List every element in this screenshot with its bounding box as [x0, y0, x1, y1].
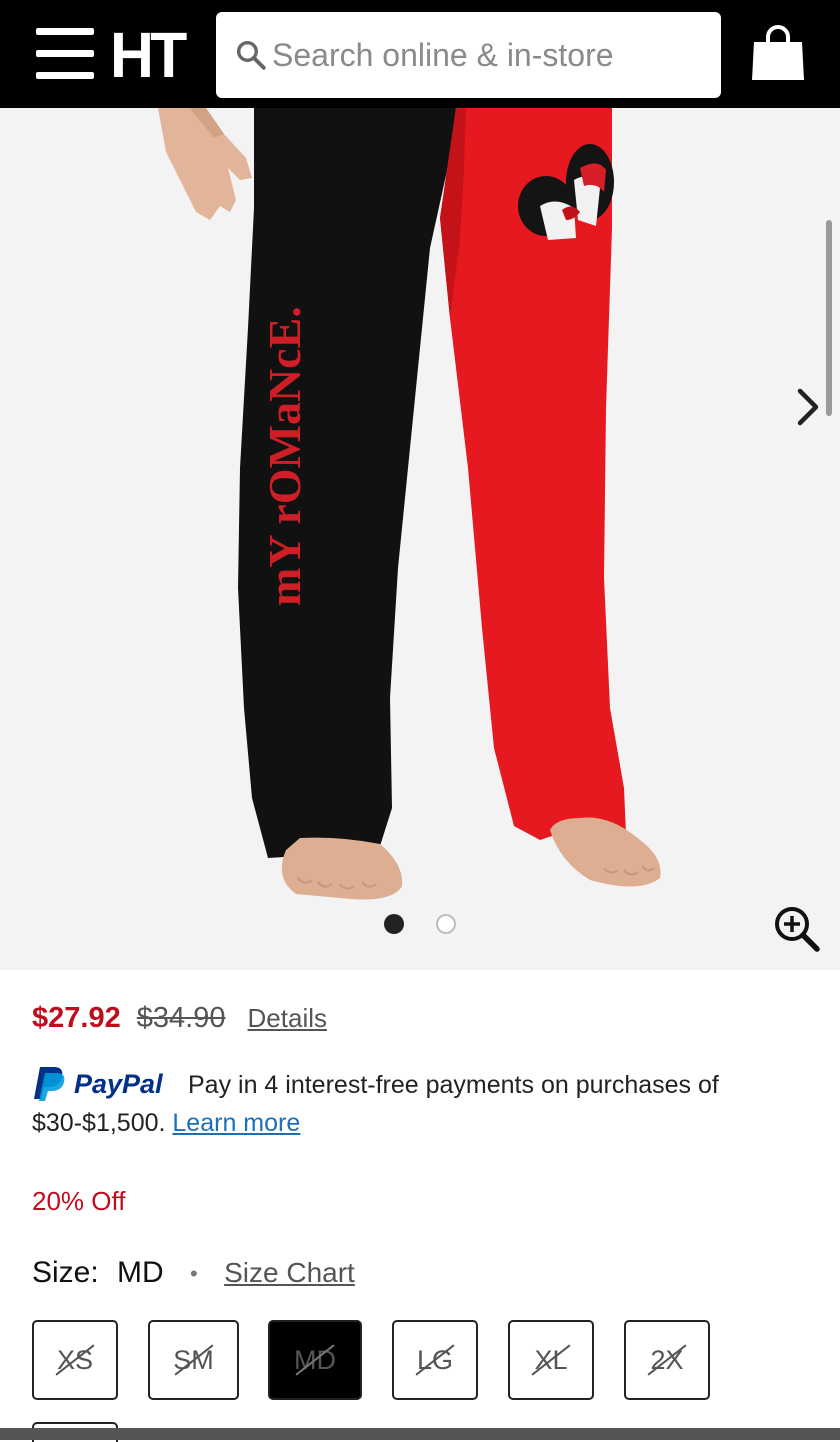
carousel-dot-1[interactable] [384, 914, 404, 934]
size-row: Size: MD • Size Chart [32, 1254, 355, 1293]
size-label: Size: [32, 1256, 99, 1289]
bottom-nav-bar [0, 1428, 840, 1440]
search-input[interactable]: Search online & in-store [216, 12, 721, 98]
logo[interactable]: HT [110, 23, 197, 87]
size-chart-link[interactable]: Size Chart [224, 1257, 355, 1288]
search-placeholder: Search online & in-store [272, 37, 614, 73]
chevron-right-icon[interactable] [790, 385, 826, 429]
top-header: HT Search online & in-store [0, 0, 840, 108]
sale-price: $27.92 [32, 1002, 121, 1034]
price-row: $27.92 $34.90 Details [32, 998, 327, 1038]
zoom-in-icon[interactable] [772, 904, 822, 954]
size-option-2x[interactable]: 2X [624, 1320, 710, 1400]
search-icon [236, 40, 266, 70]
discount-text: 20% Off [32, 1186, 126, 1216]
carousel-pagination [382, 914, 462, 938]
original-price: $34.90 [136, 1002, 226, 1034]
size-option-lg[interactable]: LG [392, 1320, 478, 1400]
learn-more-link[interactable]: Learn more [172, 1109, 300, 1137]
carousel-dot-2[interactable] [436, 914, 456, 934]
size-option-xs[interactable]: XS [32, 1320, 118, 1400]
hamburger-menu-icon[interactable] [36, 28, 94, 80]
pant-print-text: mY rOMaNcE. [259, 306, 310, 606]
page-scrollbar[interactable] [826, 220, 832, 416]
product-image-carousel[interactable]: mY rOMaNcE. [0, 108, 840, 970]
size-option-xl[interactable]: XL [508, 1320, 594, 1400]
product-image: mY rOMaNcE. [158, 108, 661, 900]
size-option-sm[interactable]: SM [148, 1320, 239, 1400]
selected-size-value: MD [117, 1256, 164, 1289]
size-option-md[interactable]: MD [268, 1320, 362, 1400]
paypal-message-text: Pay in 4 interest-free payments on purch… [32, 1071, 719, 1137]
separator-dot: • [190, 1261, 198, 1287]
shopping-bag-icon[interactable] [750, 24, 806, 82]
details-link[interactable]: Details [248, 1003, 327, 1033]
paypal-message: Pay in 4 interest-free payments on purch… [32, 1066, 792, 1142]
